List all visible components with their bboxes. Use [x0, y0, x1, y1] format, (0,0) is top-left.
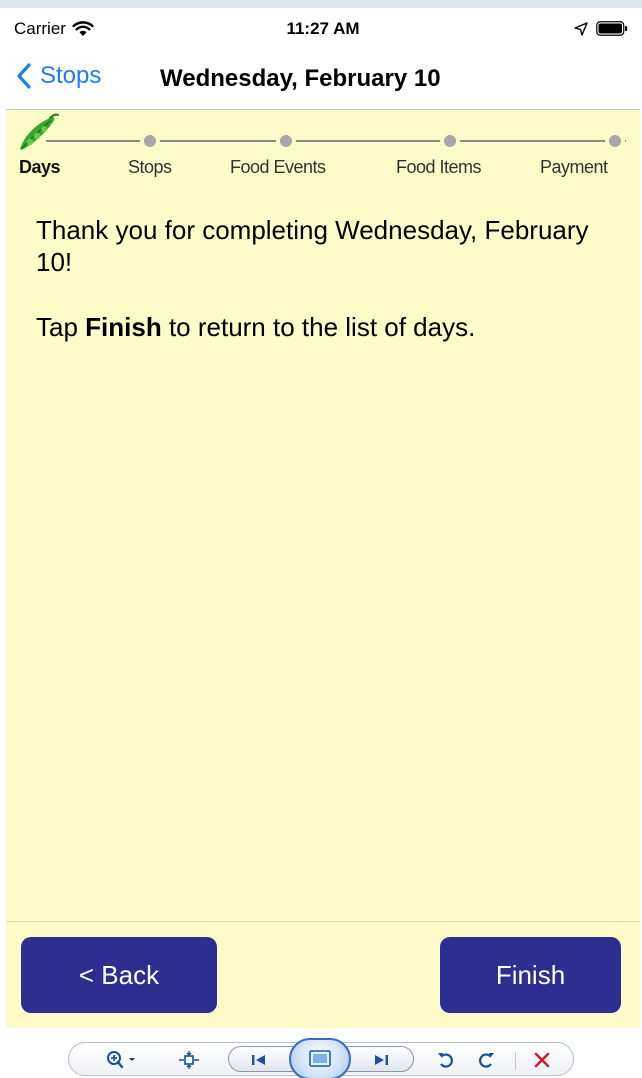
- finish-instruction: Tap Finish to return to the list of days…: [36, 311, 616, 343]
- footer-divider: [6, 921, 640, 922]
- step-label-days: Days: [19, 157, 61, 177]
- back-button[interactable]: < Back: [21, 937, 217, 1013]
- slideshow-button[interactable]: [289, 1038, 351, 1078]
- delete-icon[interactable]: [530, 1050, 554, 1070]
- step-label-food-events: Food Events: [230, 157, 326, 177]
- toolbar-separator: [515, 1052, 516, 1070]
- stepper-track: [46, 140, 626, 142]
- location-arrow-icon: [574, 21, 588, 36]
- page-title: Wednesday, February 10: [160, 65, 441, 92]
- instruction-prefix: Tap: [36, 312, 86, 342]
- navigation-bar: Stops Wednesday, February 10: [6, 52, 640, 110]
- completion-message: Thank you for completing Wednesday, Febr…: [36, 215, 589, 277]
- pea-pod-icon: [20, 113, 59, 150]
- previous-icon[interactable]: [246, 1050, 272, 1070]
- finish-button[interactable]: Finish: [440, 937, 621, 1013]
- step-label-food-items: Food Items: [396, 157, 482, 177]
- step-dot-food-events: [280, 135, 292, 147]
- phone-screen: Carrier 11:27 AM Stops Wednesday, Februa…: [6, 8, 640, 1028]
- battery-icon: [596, 21, 628, 36]
- instruction-finish-keyword: Finish: [85, 312, 162, 342]
- back-to-stops-button[interactable]: Stops: [16, 62, 101, 90]
- step-label-stops: Stops: [128, 157, 172, 177]
- slideshow-icon: [309, 1050, 331, 1067]
- actual-size-icon[interactable]: [176, 1050, 202, 1070]
- photo-viewer-toolbar: [0, 1028, 642, 1078]
- step-label-payment: Payment: [540, 157, 608, 177]
- status-bar: Carrier 11:27 AM: [6, 8, 640, 52]
- status-right: [574, 21, 628, 36]
- zoom-in-icon[interactable]: [104, 1050, 144, 1070]
- instruction-suffix: to return to the list of days.: [161, 312, 476, 342]
- rotate-clockwise-icon[interactable]: [474, 1050, 498, 1070]
- step-dot-payment: [609, 135, 621, 147]
- step-dot-food-items: [444, 135, 456, 147]
- viewer-top-edge: [0, 0, 642, 8]
- back-chevron-icon: [17, 63, 31, 89]
- step-dot-stops: [144, 135, 156, 147]
- status-clock: 11:27 AM: [286, 19, 360, 38]
- progress-stepper: Days Stops Food Events Food Items Paymen…: [6, 111, 640, 191]
- back-nav-label: Stops: [40, 62, 102, 89]
- next-icon[interactable]: [368, 1050, 394, 1070]
- rotate-counterclockwise-icon[interactable]: [434, 1050, 458, 1070]
